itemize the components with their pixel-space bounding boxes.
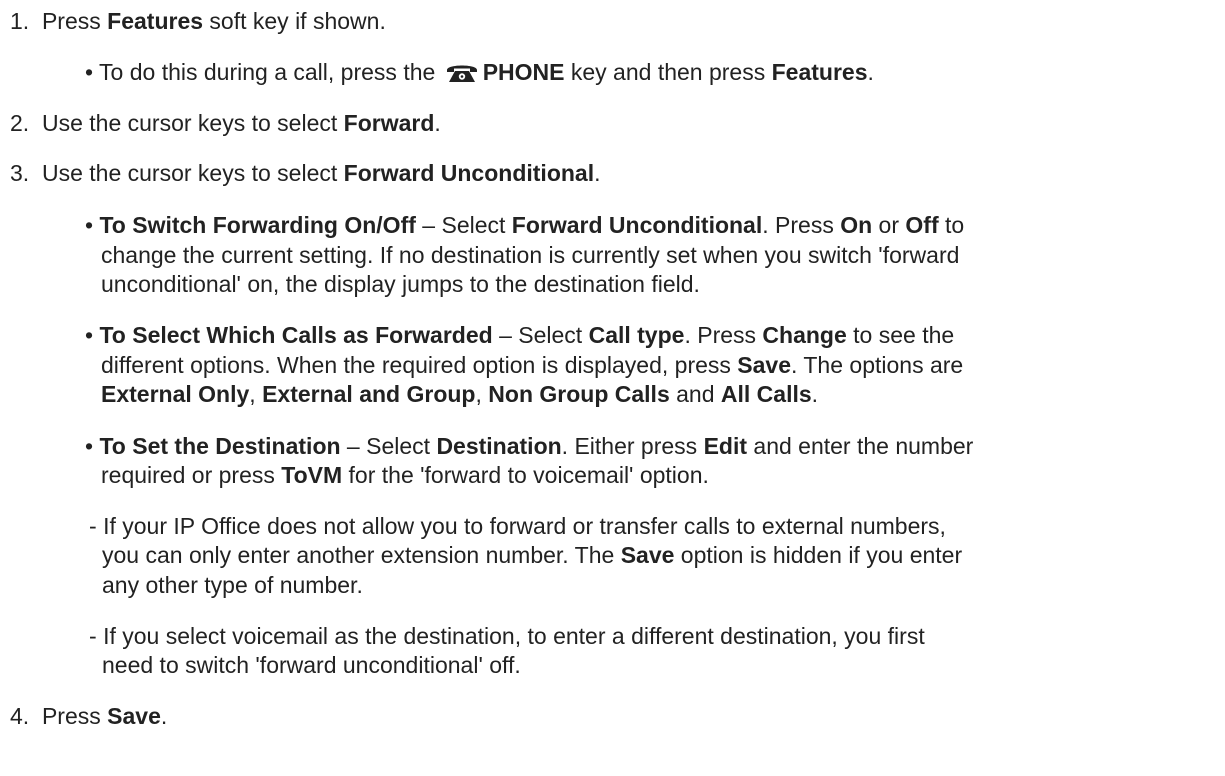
off-label: Off — [905, 212, 939, 238]
step-3-bullet-3-line-2: required or press ToVM for the 'forward … — [101, 460, 709, 490]
phone-key-label: PHONE — [482, 59, 565, 85]
step-number: 4. — [10, 703, 30, 729]
bullet-text: To do this during a call, press the — [99, 59, 442, 85]
bullet-text: to — [938, 212, 965, 238]
save-label: Save — [737, 352, 792, 378]
option-label: External Only — [101, 381, 250, 407]
step-3-bullet-1-line-3: unconditional' on, the display jumps to … — [101, 269, 700, 299]
change-label: Change — [762, 322, 847, 348]
option-label: Non Group Calls — [488, 381, 670, 407]
tovm-label: ToVM — [281, 462, 343, 488]
bullet-heading: To Select Which Calls as Forwarded — [99, 322, 493, 348]
bullet-marker: • — [85, 212, 94, 238]
step-3-bullet-2-line-2: different options. When the required opt… — [101, 350, 963, 380]
step-number: 1. — [10, 8, 30, 34]
bullet-text: or — [872, 212, 906, 238]
step-3-bullet-3-line-1: • To Set the Destination – Select Destin… — [85, 431, 973, 461]
bullet-text: and enter the number — [747, 433, 974, 459]
option-label: External and Group — [262, 381, 476, 407]
features-label: Features — [771, 59, 868, 85]
instruction-document: 1. Press Features soft key if shown. • T… — [0, 0, 1225, 776]
bullet-heading: To Set the Destination — [99, 433, 341, 459]
dash-item-1-line-2: you can only enter another extension num… — [102, 540, 962, 570]
dash-text: If your IP Office does not allow you to … — [103, 513, 946, 539]
step-1-bullet: • To do this during a call, press the PH… — [85, 57, 874, 87]
features-softkey-label: Features — [107, 8, 204, 34]
dash-text: you can only enter another extension num… — [102, 542, 621, 568]
step-3-bullet-2-line-1: • To Select Which Calls as Forwarded – S… — [85, 320, 954, 350]
step-text: Press — [41, 703, 108, 729]
bullet-text: required or press — [101, 462, 282, 488]
dash-text: need to switch 'forward unconditional' o… — [102, 652, 521, 678]
step-text: . — [434, 110, 441, 136]
bullet-text: . The options are — [791, 352, 964, 378]
step-text: . — [594, 160, 601, 186]
bullet-text: . Either press — [561, 433, 704, 459]
forward-label: Forward — [343, 110, 435, 136]
step-number: 3. — [10, 160, 30, 186]
bullet-text: change the current setting. If no destin… — [101, 242, 960, 268]
forward-unconditional-label: Forward Unconditional — [511, 212, 763, 238]
bullet-text: – Select — [492, 322, 589, 348]
bullet-marker: • — [85, 433, 94, 459]
dash-item-2-line-1: - If you select voicemail as the destina… — [89, 621, 925, 651]
on-label: On — [840, 212, 873, 238]
bullet-heading: To Switch Forwarding On/Off — [99, 212, 416, 238]
step-3-bullet-1-line-2: change the current setting. If no destin… — [101, 240, 959, 270]
step-text: . — [160, 703, 168, 729]
dash-marker: - — [89, 623, 97, 649]
bullet-text: key and then press — [564, 59, 772, 85]
bullet-text: unconditional' on, the display jumps to … — [101, 271, 700, 297]
option-label: All Calls — [720, 381, 812, 407]
destination-label: Destination — [436, 433, 562, 459]
bullet-text: for the 'forward to voicemail' option. — [342, 462, 709, 488]
bullet-marker: • — [85, 322, 94, 348]
bullet-text: , — [475, 381, 489, 407]
bullet-text: . — [867, 59, 874, 85]
dash-item-2-line-2: need to switch 'forward unconditional' o… — [102, 650, 521, 680]
step-3: 3. Use the cursor keys to select Forward… — [10, 158, 601, 188]
bullet-text: . Press — [762, 212, 841, 238]
bullet-text: – Select — [340, 433, 437, 459]
telephone-handset-icon — [446, 65, 477, 82]
dash-marker: - — [89, 513, 97, 539]
step-4: 4. Press Save. — [10, 701, 167, 731]
step-2: 2. Use the cursor keys to select Forward… — [10, 108, 441, 138]
dash-item-1-line-1: - If your IP Office does not allow you t… — [89, 511, 946, 541]
dash-text: any other type of number. — [102, 572, 363, 598]
bullet-text: , — [249, 381, 263, 407]
step-text: soft key if shown. — [203, 8, 386, 34]
bullet-text: – Select — [415, 212, 512, 238]
dash-text: option is hidden if you enter — [674, 542, 963, 568]
bullet-text: . — [811, 381, 819, 407]
forward-unconditional-label: Forward Unconditional — [343, 160, 595, 186]
bullet-marker: • — [85, 59, 94, 85]
bullet-text: . Press — [684, 322, 763, 348]
step-number: 2. — [10, 110, 30, 136]
bullet-text: and — [669, 381, 721, 407]
step-3-bullet-1-line-1: • To Switch Forwarding On/Off – Select F… — [85, 210, 964, 240]
step-text: Use the cursor keys to select — [41, 110, 344, 136]
bullet-text: to see the — [846, 322, 955, 348]
step-1: 1. Press Features soft key if shown. — [10, 6, 386, 36]
save-label: Save — [107, 703, 161, 729]
dash-text: If you select voicemail as the destinati… — [103, 623, 925, 649]
bullet-text: different options. When the required opt… — [101, 352, 738, 378]
save-label: Save — [620, 542, 675, 568]
edit-label: Edit — [703, 433, 748, 459]
step-text: Press — [41, 8, 108, 34]
call-type-label: Call type — [588, 322, 685, 348]
dash-item-1-line-3: any other type of number. — [102, 570, 363, 600]
step-3-bullet-2-line-3: External Only, External and Group, Non G… — [101, 379, 818, 409]
step-text: Use the cursor keys to select — [41, 160, 344, 186]
